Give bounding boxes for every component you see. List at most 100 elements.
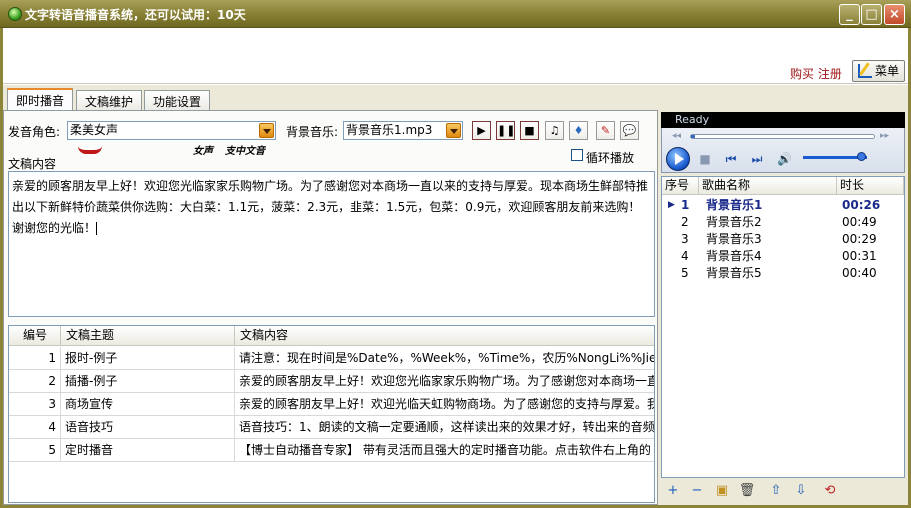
app-icon	[8, 7, 22, 21]
playlist-row-duration: 00:49	[842, 215, 877, 229]
player-status: Ready	[661, 112, 905, 128]
row-content: 语音技巧：1、朗读的文稿一定要通顺，这样读出来的效果才好，转出来的音频	[235, 416, 654, 439]
playlist-row-name: 背景音乐1	[706, 198, 763, 212]
music-icon[interactable]: ♫	[545, 121, 564, 140]
play-icon[interactable]: ▶	[472, 121, 491, 140]
row-subject: 商场宣传	[61, 393, 235, 416]
previous-track-icon[interactable]: ⏮	[724, 152, 738, 166]
playlist-row[interactable]: 2 背景音乐2 00:49	[662, 214, 904, 231]
text-cursor	[96, 222, 98, 235]
playlist-row-number: 5	[681, 266, 689, 280]
playlist-row-duration: 00:26	[842, 198, 881, 212]
fast-forward-icon[interactable]: ▸▸	[880, 131, 889, 141]
playlist-row[interactable]: 4 背景音乐4 00:31	[662, 248, 904, 265]
pause-icon[interactable]: ❚❚	[496, 121, 515, 140]
row-id: 5	[9, 439, 61, 462]
row-subject: 定时播音	[61, 439, 235, 462]
buy-register-link[interactable]: 购买 注册	[790, 65, 842, 82]
column-header-song-name[interactable]: 歌曲名称	[699, 177, 837, 195]
move-up-icon[interactable]: ⇧	[765, 480, 787, 502]
menu-button[interactable]: 菜单	[852, 60, 905, 82]
playlist-row[interactable]: 3 背景音乐3 00:29	[662, 231, 904, 248]
playlist-row-name: 背景音乐3	[706, 232, 762, 246]
next-track-icon[interactable]: ⏭	[750, 152, 764, 166]
menu-icon	[858, 64, 872, 78]
content-textarea[interactable]: 亲爱的顾客朋友早上好！欢迎您光临家家乐购物广场。为了感谢您对本商场一直以来的支持…	[8, 171, 655, 317]
loop-checkbox[interactable]	[571, 149, 583, 161]
window-title: 文字转语音播音系统，还可以试用：10天	[25, 8, 246, 22]
row-content: 亲爱的顾客朋友早上好！欢迎光临天虹购物商场。为了感谢您的支持与厚爱。我	[235, 393, 654, 416]
column-header-id[interactable]: 编号	[9, 326, 61, 346]
playlist-row-name: 背景音乐5	[706, 266, 762, 280]
stop-icon[interactable]: ■	[520, 121, 539, 140]
refresh-icon[interactable]: ⟲	[819, 480, 841, 502]
tab-settings[interactable]: 功能设置	[144, 90, 211, 110]
row-content: 请注意：现在时间是%Date%，%Week%，%Time%，农历%NongLi%…	[235, 347, 654, 370]
delete-icon[interactable]: 🗑	[736, 480, 758, 502]
close-button[interactable]: ×	[884, 4, 905, 25]
row-subject: 报时-例子	[61, 347, 235, 370]
playlist-row-duration: 00:40	[842, 266, 877, 280]
playlist-row-duration: 00:29	[842, 232, 877, 246]
row-content: 亲爱的顾客朋友早上好！欢迎您光临家家乐购物广场。为了感谢您对本商场一直	[235, 370, 654, 393]
move-down-icon[interactable]: ⇩	[790, 480, 812, 502]
minimize-button[interactable]: _	[839, 4, 860, 25]
tab-instant-broadcast[interactable]: 即时播音	[7, 88, 74, 111]
playlist-row-name: 背景音乐2	[706, 215, 762, 229]
row-content: 【博士自动播音专家】 带有灵活而且强大的定时播音功能。点击软件右上角的	[235, 439, 654, 462]
add-file-icon[interactable]: +	[662, 480, 684, 502]
seek-progress	[691, 135, 695, 138]
content-label: 文稿内容	[8, 157, 57, 171]
maximize-button[interactable]: □	[861, 4, 882, 25]
header-area	[3, 28, 908, 84]
column-header-number[interactable]: 序号	[662, 177, 699, 195]
table-row[interactable]: 3 商场宣传 亲爱的顾客朋友早上好！欢迎光临天虹购物商场。为了感谢您的支持与厚爱…	[9, 393, 654, 416]
column-header-duration[interactable]: 时长	[837, 177, 904, 195]
add-folder-icon[interactable]: ▣	[711, 480, 733, 502]
seek-bar[interactable]	[690, 134, 875, 139]
content-text: 亲爱的顾客朋友早上好！欢迎您光临家家乐购物广场。为了感谢您对本商场一直以来的支持…	[12, 179, 649, 235]
bgm-select[interactable]: 背景音乐1.mp3	[343, 121, 463, 140]
chevron-down-icon[interactable]	[446, 123, 461, 138]
table-row[interactable]: 5 定时播音 【博士自动播音专家】 带有灵活而且强大的定时播音功能。点击软件右上…	[9, 439, 654, 462]
table-row[interactable]: 2 插播-例子 亲爱的顾客朋友早上好！欢迎您光临家家乐购物广场。为了感谢您对本商…	[9, 370, 654, 393]
table-row[interactable]: 1 报时-例子 请注意：现在时间是%Date%，%Week%，%Time%，农历…	[9, 347, 654, 370]
row-id: 1	[9, 347, 61, 370]
player-play-button[interactable]	[666, 147, 690, 171]
playlist-row-number: 4	[681, 249, 689, 263]
playlist-row-name: 背景音乐4	[706, 249, 762, 263]
row-subject: 插播-例子	[61, 370, 235, 393]
player-stop-icon[interactable]: ■	[698, 152, 712, 166]
scripts-table: 编号 文稿主题 文稿内容 1 报时-例子 请注意：现在时间是%Date%，%We…	[8, 325, 655, 503]
row-id: 2	[9, 370, 61, 393]
voice-select-value: 柔美女声	[70, 123, 119, 137]
voice-label: 发音角色:	[8, 125, 61, 139]
remove-file-icon[interactable]: −	[686, 480, 708, 502]
voice-icon[interactable]: ♦	[569, 121, 588, 140]
playlist-row[interactable]: ▶ 1 背景音乐1 00:26	[662, 197, 904, 214]
column-header-subject[interactable]: 文稿主题	[61, 326, 235, 346]
playlist-row-number: 1	[681, 198, 690, 212]
playlist: 序号 歌曲名称 时长 ▶ 1 背景音乐1 00:26 2 背景音乐2 00:49…	[661, 176, 905, 478]
playlist-row-number: 2	[681, 215, 689, 229]
now-playing-icon: ▶	[668, 200, 675, 210]
record-icon[interactable]: ✎	[596, 121, 615, 140]
tab-script-maintenance[interactable]: 文稿维护	[76, 90, 143, 110]
bgm-label: 背景音乐:	[286, 125, 339, 139]
menu-button-label: 菜单	[875, 64, 900, 78]
playlist-row-duration: 00:31	[842, 249, 877, 263]
row-subject: 语音技巧	[61, 416, 235, 439]
playlist-row-number: 3	[681, 232, 689, 246]
volume-icon[interactable]: 🔊	[777, 152, 792, 166]
voice-select[interactable]: 柔美女声	[67, 121, 276, 140]
bgm-select-value: 背景音乐1.mp3	[346, 123, 433, 137]
rewind-icon[interactable]: ◂◂	[672, 131, 681, 141]
logo-text-chinese: 支中文音	[225, 146, 265, 157]
playlist-row[interactable]: 5 背景音乐5 00:40	[662, 265, 904, 282]
chevron-down-icon[interactable]	[259, 123, 274, 138]
chat-icon[interactable]: 💬	[620, 121, 639, 140]
table-row[interactable]: 4 语音技巧 语音技巧：1、朗读的文稿一定要通顺，这样读出来的效果才好，转出来的…	[9, 416, 654, 439]
column-header-content[interactable]: 文稿内容	[235, 326, 654, 346]
volume-slider-knob[interactable]	[856, 152, 866, 161]
loop-label: 循环播放	[586, 151, 635, 165]
